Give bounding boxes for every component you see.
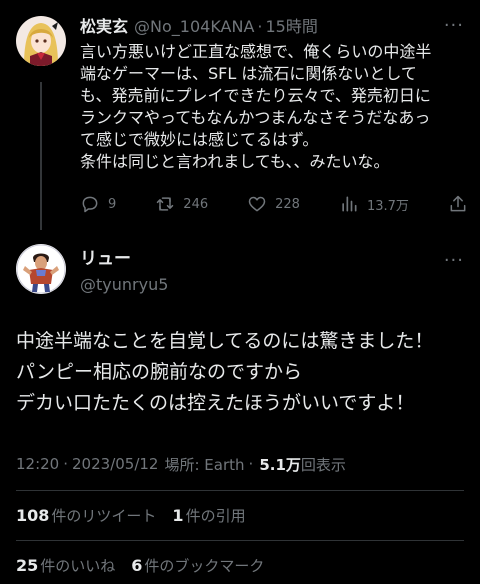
parent-time-separator: · <box>257 17 263 36</box>
like-icon <box>248 196 266 212</box>
view-count: 13.7万 <box>366 198 409 214</box>
tweet-views-label: 回表示 <box>300 455 346 474</box>
reply-button[interactable]: 9 <box>80 194 116 214</box>
parent-tweet-line: 端なゲーマーは、SFL は流石に関係ないとして <box>80 64 417 83</box>
quotes-stat-number: 1 <box>172 505 184 525</box>
views-button[interactable]: 13.7万 <box>339 194 409 214</box>
engagement-stats-row: 108 件のリツイート 1 件の引用 <box>16 503 262 527</box>
main-tweet-line: パンピー相応の腕前なのですから <box>16 361 302 383</box>
tweet-time[interactable]: 12:20 <box>16 455 59 473</box>
main-handle[interactable]: @tyunryu5 <box>80 274 168 296</box>
share-button[interactable] <box>448 194 468 214</box>
views-icon <box>342 196 357 212</box>
main-tweet-line: 中途半端なことを自覚してるのには驚きました！ <box>16 330 434 352</box>
parent-tweet-header: 松実玄 @No_104KANA · 15時間 ··· <box>80 16 464 38</box>
fighter-character-avatar-icon <box>16 244 66 294</box>
tweet-view-count: 5.1万 <box>259 455 301 474</box>
parent-tweet-line: ランクマやってもなんかつまんなさそうだなあっ <box>80 108 431 127</box>
parent-tweet-line: 条件は同じと言われましても、、みたいな。 <box>80 152 390 171</box>
divider <box>16 540 464 541</box>
like-button[interactable]: 228 <box>247 194 300 214</box>
tweet-metadata: 12:20 · 2023/05/12 場所: Earth · 5.1万 回表示 <box>16 453 346 475</box>
likes-stat-number: 25 <box>16 555 39 575</box>
tweet-date[interactable]: 2023/05/12 <box>72 455 158 473</box>
retweet-count: 246 <box>183 196 209 212</box>
parent-display-name[interactable]: 松実玄 <box>80 16 128 38</box>
quotes-stat-label: 件の引用 <box>185 506 246 525</box>
retweets-stat-label: 件のリツイート <box>51 506 157 525</box>
tweet-location[interactable]: 場所: Earth <box>164 454 244 475</box>
thread-connector-line <box>40 82 42 230</box>
retweet-icon <box>157 197 174 211</box>
engagement-stats-row: 25 件のいいね 6 件のブックマーク <box>16 553 280 577</box>
parent-tweet-line: も、発売前にプレイできたり云々で、発売初日に <box>80 86 431 105</box>
reply-count: 9 <box>108 196 117 212</box>
bookmarks-stat-number: 6 <box>131 555 143 575</box>
parent-tweet-line: 言い方悪いけど正直な感想で、俺くらいの中途半 <box>80 42 432 61</box>
main-display-name[interactable]: リュー <box>80 248 131 270</box>
retweets-stat[interactable]: 108 件のリツイート <box>16 505 156 526</box>
quotes-stat[interactable]: 1 件の引用 <box>172 505 245 526</box>
meta-separator: · <box>63 455 69 473</box>
bookmarks-stat-label: 件のブックマーク <box>144 556 265 575</box>
main-tweet-text: 中途半端なことを自覚してるのには驚きました！ パンピー相応の腕前なのですから デ… <box>16 326 466 419</box>
parent-avatar[interactable] <box>16 16 66 66</box>
divider <box>16 490 464 491</box>
parent-tweet[interactable]: 松実玄 @No_104KANA · 15時間 ··· 言い方悪いけど正直な感想で… <box>0 0 480 230</box>
tweet-thread-page: 松実玄 @No_104KANA · 15時間 ··· 言い方悪いけど正直な感想で… <box>0 0 480 584</box>
retweets-stat-number: 108 <box>16 505 50 525</box>
main-tweet-line: デカい口たたくのは控えたほうがいいですよ！ <box>16 392 415 414</box>
share-icon <box>450 195 466 212</box>
meta-separator: · <box>248 455 254 473</box>
parent-tweet-line: て感じで微妙には感じてるはず。 <box>80 130 319 149</box>
more-options-icon[interactable]: ··· <box>444 16 464 36</box>
main-avatar[interactable] <box>16 244 66 294</box>
reply-icon <box>82 196 98 213</box>
likes-stat[interactable]: 25 件のいいね <box>16 555 115 576</box>
anime-girl-avatar-icon <box>16 16 66 66</box>
retweet-button[interactable]: 246 <box>155 194 208 214</box>
parent-tweet-text: 言い方悪いけど正直な感想で、俺くらいの中途半 端なゲーマーは、SFL は流石に関… <box>80 41 468 173</box>
likes-stat-label: 件のいいね <box>40 556 116 575</box>
parent-handle[interactable]: @No_104KANA <box>134 16 254 38</box>
like-count: 228 <box>275 196 300 212</box>
bookmarks-stat[interactable]: 6 件のブックマーク <box>131 555 264 576</box>
parent-timestamp[interactable]: 15時間 <box>265 16 317 38</box>
more-options-icon[interactable]: ··· <box>444 250 464 271</box>
parent-action-bar: 9 246 228 13.7万 <box>80 192 468 216</box>
